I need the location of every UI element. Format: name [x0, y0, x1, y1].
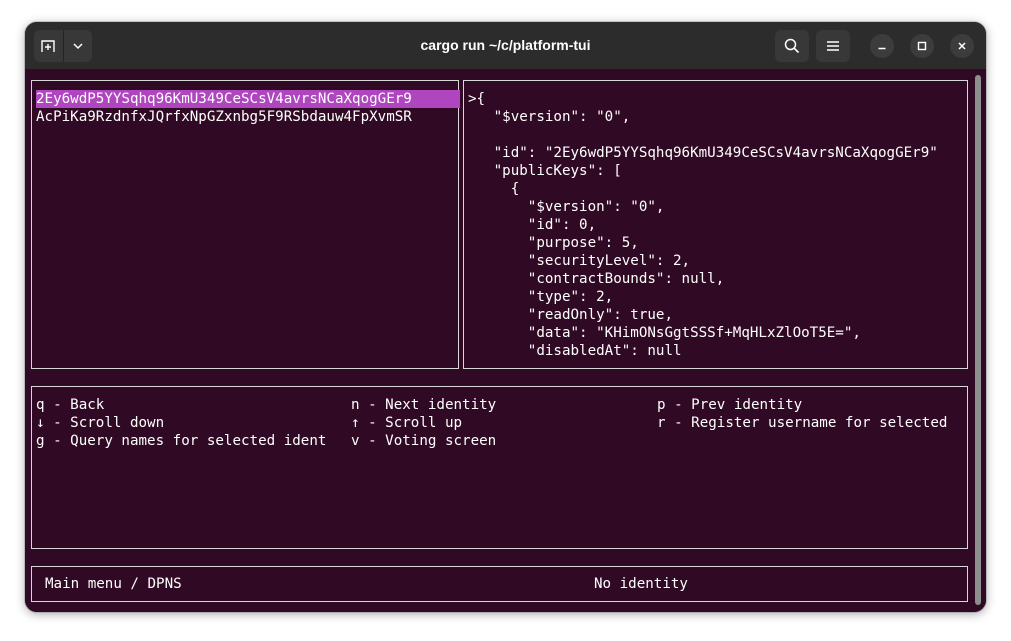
hamburger-menu-icon: [827, 41, 839, 51]
breadcrumb: Main menu / DPNS: [45, 576, 182, 592]
new-tab-icon: [41, 40, 55, 52]
key-register-username: r - Register username for selected: [657, 415, 948, 431]
json-line: {: [468, 181, 520, 197]
minimize-button[interactable]: [870, 34, 894, 58]
keybindings-panel: q - Back ↓ - Scroll down g - Query names…: [31, 386, 968, 549]
minimize-icon: [878, 47, 886, 50]
tab-menu-button[interactable]: [64, 30, 93, 62]
close-icon: [958, 42, 966, 50]
key-voting-screen: v - Voting screen: [351, 433, 497, 449]
json-line: "contractBounds": null,: [468, 271, 725, 287]
json-line: "$version": "0",: [468, 199, 665, 215]
json-line: "disabledAt": null: [468, 343, 682, 359]
key-query-names: g - Query names for selected ident: [36, 433, 327, 449]
key-scroll-down: ↓ - Scroll down: [36, 415, 165, 431]
identity-list-item[interactable]: AcPiKa9RzdnfxJQrfxNpGZxnbg5F9RSbdauw4FpX…: [36, 108, 412, 126]
json-line: "id": 0,: [468, 217, 597, 233]
key-back: q - Back: [36, 397, 105, 413]
scrollbar[interactable]: [975, 75, 981, 605]
identity-list-item[interactable]: 2Ey6wdP5YYSqhq96KmU349CeSCsV4avrsNCaXqog…: [36, 90, 460, 108]
json-line: "readOnly": true,: [468, 307, 673, 323]
close-button[interactable]: [950, 34, 974, 58]
terminal-area[interactable]: 2Ey6wdP5YYSqhq96KmU349CeSCsV4avrsNCaXqog…: [25, 69, 986, 612]
maximize-icon: [917, 41, 927, 51]
search-button[interactable]: [775, 30, 809, 62]
json-line: "purpose": 5,: [468, 235, 639, 251]
json-line: "data": "KHimONsGgtSSSf+MqHLxZlOoT5E=",: [468, 325, 861, 341]
new-tab-button[interactable]: [34, 30, 63, 62]
key-next-identity: n - Next identity: [351, 397, 497, 413]
status-bar: Main menu / DPNS No identity: [31, 566, 968, 602]
json-line: "$version": "0",: [468, 109, 631, 125]
json-line: "id": "2Ey6wdP5YYSqhq96KmU349CeSCsV4avrs…: [468, 145, 938, 161]
maximize-button[interactable]: [910, 34, 934, 58]
json-line: "publicKeys": [: [468, 163, 622, 179]
key-scroll-up: ↑ - Scroll up: [351, 415, 463, 431]
terminal-window: cargo run ~/c/platform-tui 2Ey6wdP5YYSqh…: [25, 22, 986, 612]
current-identity-status: No identity: [594, 576, 688, 592]
json-line: >{: [468, 91, 486, 107]
identities-list-panel: 2Ey6wdP5YYSqhq96KmU349CeSCsV4avrsNCaXqog…: [31, 80, 460, 369]
search-icon: [784, 38, 800, 54]
new-tab-split-button: [34, 30, 92, 62]
chevron-down-icon: [73, 43, 83, 50]
key-prev-identity: p - Prev identity: [657, 397, 803, 413]
menu-button[interactable]: [816, 30, 850, 62]
json-line: "type": 2,: [468, 289, 614, 305]
identity-details-panel: >{ "$version": "0", "id": "2Ey6wdP5YYSqh…: [463, 80, 968, 369]
json-line: "securityLevel": 2,: [468, 253, 691, 269]
title-bar: cargo run ~/c/platform-tui: [25, 22, 986, 69]
